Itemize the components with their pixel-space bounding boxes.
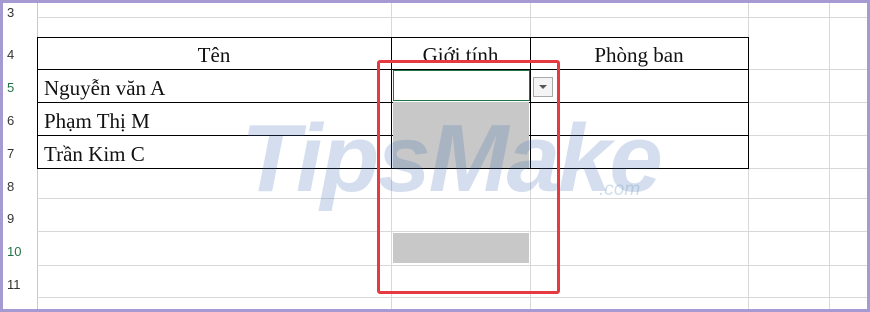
spreadsheet-frame: 3 4 5 6 7 8 9 10 11 Tên Giới tính Phòng … bbox=[0, 0, 870, 312]
row-header-9[interactable]: 9 bbox=[3, 211, 37, 226]
row-header-7[interactable]: 7 bbox=[3, 146, 37, 161]
column-header-department[interactable]: Phòng ban bbox=[530, 45, 748, 66]
gridline bbox=[37, 297, 867, 298]
gridline bbox=[829, 3, 830, 309]
name-cell-3[interactable]: Trần Kim C bbox=[44, 144, 145, 165]
gridline bbox=[748, 135, 867, 136]
gridline bbox=[748, 102, 867, 103]
watermark-suffix: .com bbox=[599, 179, 641, 200]
gridline bbox=[748, 69, 867, 70]
spreadsheet-grid: 3 4 5 6 7 8 9 10 11 Tên Giới tính Phòng … bbox=[3, 3, 867, 309]
name-cell-2[interactable]: Phạm Thị M bbox=[44, 111, 150, 132]
gridline bbox=[391, 3, 392, 37]
name-cell-1[interactable]: Nguyễn văn A bbox=[44, 78, 165, 99]
row-header-10[interactable]: 10 bbox=[3, 244, 37, 259]
table-border bbox=[748, 37, 749, 169]
row-header-4[interactable]: 4 bbox=[3, 47, 37, 62]
row-header-3[interactable]: 3 bbox=[3, 5, 37, 20]
row-header-8[interactable]: 8 bbox=[3, 179, 37, 194]
gridline bbox=[530, 3, 531, 37]
row-header-11[interactable]: 11 bbox=[3, 277, 37, 292]
table-border bbox=[37, 37, 748, 38]
row-header-5[interactable]: 5 bbox=[3, 80, 37, 95]
column-header-name[interactable]: Tên bbox=[37, 45, 391, 66]
highlight-rectangle bbox=[377, 60, 560, 294]
gridline bbox=[37, 17, 867, 18]
row-header-6[interactable]: 6 bbox=[3, 113, 37, 128]
